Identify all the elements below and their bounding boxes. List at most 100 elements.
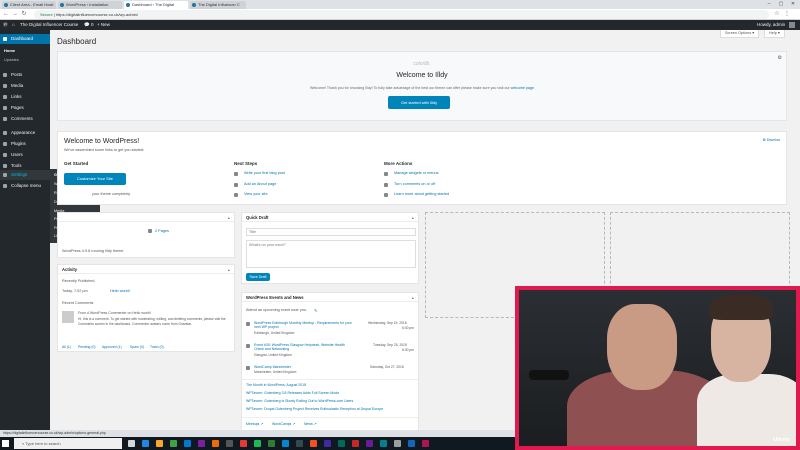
hello-world-link[interactable]: Hello world! [110, 289, 130, 293]
edit-location-icon[interactable]: ✎ [314, 308, 317, 313]
site-name-link[interactable]: The Digital Influencer Course [20, 20, 78, 30]
reload-icon[interactable]: ↻ [20, 10, 28, 19]
calendar-icon [246, 322, 250, 326]
wordcamps-link[interactable]: WordCamps ↗ [272, 422, 295, 426]
forward-icon[interactable]: → [11, 10, 19, 19]
browser-tab[interactable]: WordPress › Installation [58, 1, 122, 9]
app-icon[interactable] [310, 440, 317, 447]
app-icon[interactable] [212, 440, 219, 447]
learn-more-link[interactable]: Learn more about getting started [394, 192, 449, 196]
back-icon[interactable]: ← [2, 10, 10, 19]
app-icon[interactable] [366, 440, 373, 447]
new-content-link[interactable]: + New [97, 20, 110, 30]
event-link[interactable]: Event #30: WordPress Glasgow Helpdesk, W… [254, 343, 354, 352]
minimize-icon[interactable]: – [763, 0, 775, 9]
dismiss-link[interactable]: ⊗ Dismiss [762, 137, 780, 142]
sidebar-item-comments[interactable]: Comments [0, 114, 50, 124]
app-icon[interactable] [422, 440, 429, 447]
sidebar-item-media[interactable]: Media [0, 81, 50, 91]
toggle-comments-link[interactable]: Turn comments on or off [394, 182, 435, 186]
app-icon[interactable] [408, 440, 415, 447]
help-button[interactable]: Help ▾ [764, 30, 785, 38]
comments-filter-spam[interactable]: Spam (0) [130, 345, 144, 349]
app-icon[interactable] [226, 440, 233, 447]
recent-comments-heading: Recent Comments [62, 301, 94, 305]
app-icon[interactable] [352, 440, 359, 447]
manage-widgets-link[interactable]: Manage widgets or menus [394, 171, 439, 175]
pages-count-link[interactable]: 2 Pages [155, 229, 169, 233]
premiere-icon[interactable] [324, 440, 331, 447]
maximize-icon[interactable]: ▢ [775, 0, 787, 9]
save-draft-button[interactable]: Save Draft [246, 273, 270, 281]
browser-tab-active[interactable]: Dashboard ‹ The Digital [124, 1, 188, 9]
app-icon[interactable] [380, 440, 387, 447]
view-site-link[interactable]: View your site [244, 192, 268, 196]
wordpress-logo-icon[interactable]: Ⓦ [3, 20, 8, 30]
browser-tab[interactable]: Client Area - Email Hosti [2, 1, 56, 9]
draft-title-input[interactable] [246, 228, 416, 236]
sidebar-item-pages[interactable]: Pages [0, 103, 50, 113]
sidebar-item-links[interactable]: Links [0, 92, 50, 102]
add-about-page-link[interactable]: Add an About page [244, 182, 276, 186]
spotify-icon[interactable] [254, 440, 261, 447]
wp-version-text: WordPress 4.9.8 running Illdy theme. [62, 249, 125, 253]
draft-content-input[interactable] [246, 240, 416, 268]
event-link[interactable]: WordCamp Manchester [254, 365, 291, 369]
get-started-heading: Get Started [64, 161, 89, 166]
news-footer-link[interactable]: News ↗ [304, 422, 317, 426]
sidebar-item-posts[interactable]: Posts [0, 70, 50, 80]
app-icon[interactable] [282, 440, 289, 447]
get-started-illdy-button[interactable]: Get started with Illdy [388, 96, 450, 109]
sidebar-item-users[interactable]: Users [0, 150, 50, 160]
screen-options-button[interactable]: Screen Options ▾ [720, 30, 760, 38]
news-link[interactable]: The Month in WordPress: August 2018 [246, 383, 306, 387]
app-icon[interactable] [240, 440, 247, 447]
news-link[interactable]: WPTavern: Gutenberg 3.8 Releases Adds Fu… [246, 391, 339, 395]
address-bar[interactable]: Secure | https://digitalinfluencercourse… [34, 10, 769, 19]
app-icon[interactable] [170, 440, 177, 447]
event-link[interactable]: WordPress Edinburgh Monthly Meetup - Req… [254, 321, 354, 330]
edge-icon[interactable] [142, 440, 149, 447]
welcome-title: Welcome to WordPress! [64, 138, 140, 145]
taskbar-search[interactable]: ⌕ Type here to search [14, 438, 122, 449]
task-view-icon[interactable] [128, 440, 135, 447]
sidebar-item-settings[interactable]: Settings [0, 170, 50, 180]
avatar[interactable] [789, 22, 795, 28]
comments-icon[interactable]: 💬 [84, 20, 90, 30]
app-icon[interactable] [296, 440, 303, 447]
sidebar-item-collapse[interactable]: Collapse menu [0, 181, 50, 191]
app-icon[interactable] [198, 440, 205, 447]
app-icon[interactable] [338, 440, 345, 447]
sidebar-subitem-home[interactable]: Home [0, 46, 50, 55]
howdy-user[interactable]: Howdy, admin [757, 20, 785, 30]
illdy-title: Welcome to Illdy [396, 72, 448, 79]
toggle-arrow-icon[interactable]: ▴ [228, 265, 230, 274]
comments-filter-all[interactable]: All (1) [62, 345, 71, 349]
toggle-arrow-icon[interactable]: ▴ [412, 213, 414, 222]
comments-filter-approved[interactable]: Approved (1) [102, 345, 122, 349]
meetups-link[interactable]: Meetups ↗ [246, 422, 263, 426]
chrome-icon[interactable] [394, 440, 401, 447]
comments-filter-pending[interactable]: Pending (0) [78, 345, 96, 349]
news-link[interactable]: WPTavern: Gutenberg is Slowly Rolling Ou… [246, 399, 353, 403]
toggle-arrow-icon[interactable]: ▴ [228, 213, 230, 222]
sidebar-item-appearance[interactable]: Appearance [0, 128, 50, 138]
news-link[interactable]: WPTavern: Drupal Gutenberg Project Recei… [246, 407, 383, 411]
welcome-page-link[interactable]: welcome page [511, 86, 534, 90]
sidebar-subitem-updates[interactable]: Updates [0, 55, 50, 64]
sidebar-item-dashboard[interactable]: Dashboard [0, 34, 50, 44]
toggle-arrow-icon[interactable]: ▴ [412, 293, 414, 302]
windows-start-icon[interactable] [2, 440, 9, 447]
customize-site-button[interactable]: Customize Your Site [64, 173, 126, 185]
menu-icon[interactable]: ⋮ [783, 10, 791, 19]
sidebar-item-plugins[interactable]: Plugins [0, 139, 50, 149]
more-actions-heading: More Actions [384, 161, 413, 166]
app-icon[interactable] [268, 440, 275, 447]
store-icon[interactable] [184, 440, 191, 447]
close-icon[interactable]: ✕ [787, 0, 799, 9]
browser-tab[interactable]: The Digital Influencer C [190, 1, 246, 9]
folder-icon[interactable] [156, 440, 163, 447]
write-first-post-link[interactable]: Write your first blog post [244, 171, 285, 175]
comments-filter-trash[interactable]: Trash (0) [150, 345, 164, 349]
star-icon[interactable]: ☆ [773, 10, 781, 19]
